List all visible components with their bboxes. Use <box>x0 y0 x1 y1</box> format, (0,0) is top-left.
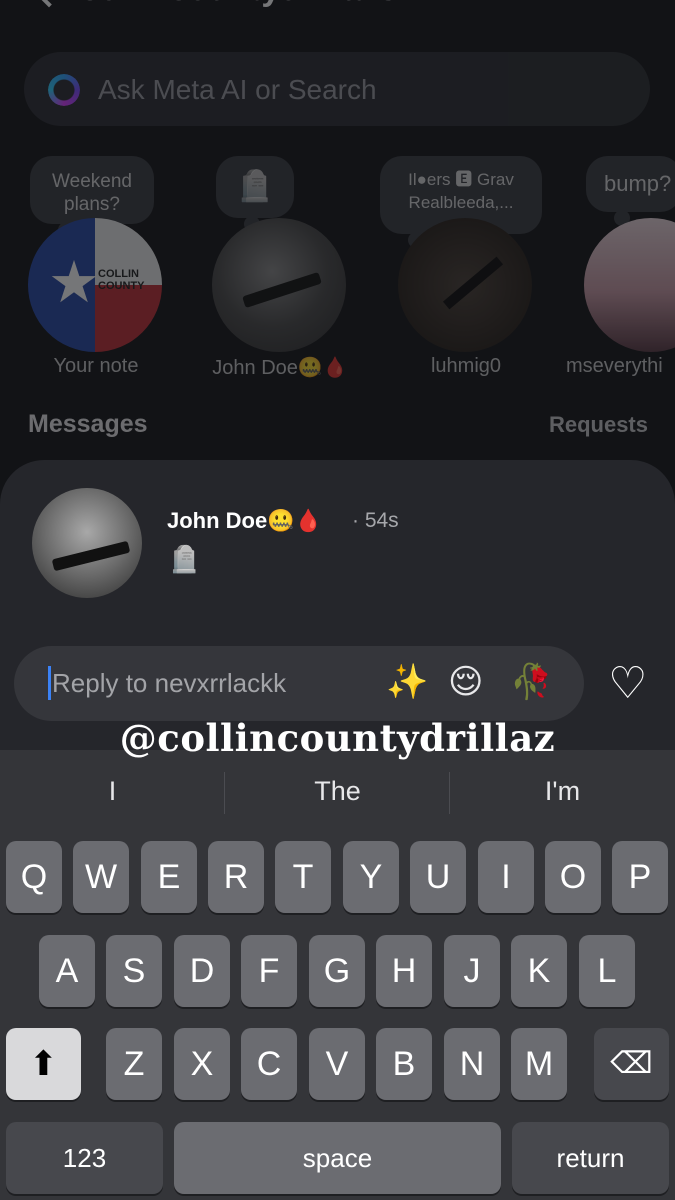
search-bar[interactable]: Ask Meta AI or Search <box>24 52 650 126</box>
note-bubble[interactable]: bump? <box>586 156 675 226</box>
inbox-header: collincountydrillaz3 <box>0 0 675 16</box>
key-d[interactable]: D <box>174 935 230 1007</box>
wilted-rose-emoji-button[interactable]: 🥀 <box>510 662 552 702</box>
reply-input[interactable]: Reply to nevxrrlackk ✨ 😌 🥀 <box>14 646 584 721</box>
note-name: mseverythi <box>566 355 663 377</box>
avatar[interactable]: ★ COLLIN COUNTY <box>28 218 162 352</box>
thread-sender-name: John Doe🤐🩸 <box>167 508 323 533</box>
avatar[interactable] <box>584 218 675 352</box>
key-t[interactable]: T <box>275 841 331 913</box>
suggestion-2[interactable]: The <box>225 776 450 807</box>
key-u[interactable]: U <box>410 841 466 913</box>
note-name: luhmig0 <box>430 355 502 377</box>
note-name: John Doe🤐🩸 <box>212 357 348 379</box>
suggestion-3[interactable]: I'm <box>450 776 675 807</box>
thread-message: 🪦 <box>168 544 201 574</box>
avatar[interactable] <box>398 218 532 352</box>
key-a[interactable]: A <box>39 935 95 1007</box>
key-l[interactable]: L <box>579 935 635 1007</box>
relieved-emoji-button[interactable]: 😌 <box>448 662 483 702</box>
backspace-key[interactable]: ⌫ <box>594 1028 669 1100</box>
meta-ai-icon <box>48 74 80 106</box>
sparkles-emoji-button[interactable]: ✨ <box>386 662 428 702</box>
shift-key[interactable]: ⬆ <box>6 1028 81 1100</box>
star-icon: ★ <box>48 250 100 315</box>
key-y[interactable]: Y <box>343 841 399 913</box>
key-q[interactable]: Q <box>6 841 62 913</box>
note-john-doe[interactable]: 🪦 John Doe🤐🩸 <box>190 150 370 390</box>
key-h[interactable]: H <box>376 935 432 1007</box>
account-title[interactable]: collincountydrillaz3 <box>80 0 397 9</box>
key-f[interactable]: F <box>241 935 297 1007</box>
key-m[interactable]: M <box>511 1028 567 1100</box>
note-bubble[interactable]: 🪦 <box>216 156 294 232</box>
return-key[interactable]: return <box>512 1122 669 1194</box>
note-luhmig0[interactable]: Il●ers 🅴 Grav Realbleeda,... luhmig0 <box>376 150 556 390</box>
handle-watermark: @collincountydrillaz <box>119 716 556 760</box>
heart-icon[interactable]: ♡ <box>608 662 647 706</box>
reply-placeholder: Reply to nevxrrlackk <box>52 668 287 698</box>
avatar-text: COLLIN COUNTY <box>98 268 145 292</box>
search-placeholder: Ask Meta AI or Search <box>98 74 377 105</box>
note-your-note[interactable]: Weekend plans? ★ COLLIN COUNTY Your note <box>6 150 186 390</box>
avatar[interactable] <box>212 218 346 352</box>
text-caret <box>48 666 51 700</box>
keyboard: I The I'm Q W E R T Y U I O P A S D F G … <box>0 750 675 1200</box>
key-g[interactable]: G <box>309 935 365 1007</box>
key-o[interactable]: O <box>545 841 601 913</box>
note-bubble[interactable]: Weekend plans? <box>30 156 154 238</box>
key-s[interactable]: S <box>106 935 162 1007</box>
requests-link[interactable]: Requests <box>549 412 648 438</box>
key-j[interactable]: J <box>444 935 500 1007</box>
key-i[interactable]: I <box>478 841 534 913</box>
key-p[interactable]: P <box>612 841 668 913</box>
key-x[interactable]: X <box>174 1028 230 1100</box>
key-v[interactable]: V <box>309 1028 365 1100</box>
thread-timestamp: · 54s <box>352 509 399 532</box>
key-c[interactable]: C <box>241 1028 297 1100</box>
note-name: Your note <box>53 355 139 377</box>
key-z[interactable]: Z <box>106 1028 162 1100</box>
key-k[interactable]: K <box>511 935 567 1007</box>
section-row: Messages Requests <box>28 410 648 444</box>
note-mseverything[interactable]: bump? mseverythi <box>562 150 675 390</box>
space-key[interactable]: space <box>174 1122 501 1194</box>
suggestion-1[interactable]: I <box>0 776 225 807</box>
numbers-key[interactable]: 123 <box>6 1122 163 1194</box>
avatar[interactable] <box>32 488 142 598</box>
key-n[interactable]: N <box>444 1028 500 1100</box>
back-chevron-icon[interactable] <box>30 0 68 8</box>
key-b[interactable]: B <box>376 1028 432 1100</box>
background-inbox: collincountydrillaz3 Ask Meta AI or Sear… <box>0 0 675 460</box>
key-e[interactable]: E <box>141 841 197 913</box>
key-r[interactable]: R <box>208 841 264 913</box>
key-w[interactable]: W <box>73 841 129 913</box>
messages-heading: Messages <box>28 410 148 438</box>
